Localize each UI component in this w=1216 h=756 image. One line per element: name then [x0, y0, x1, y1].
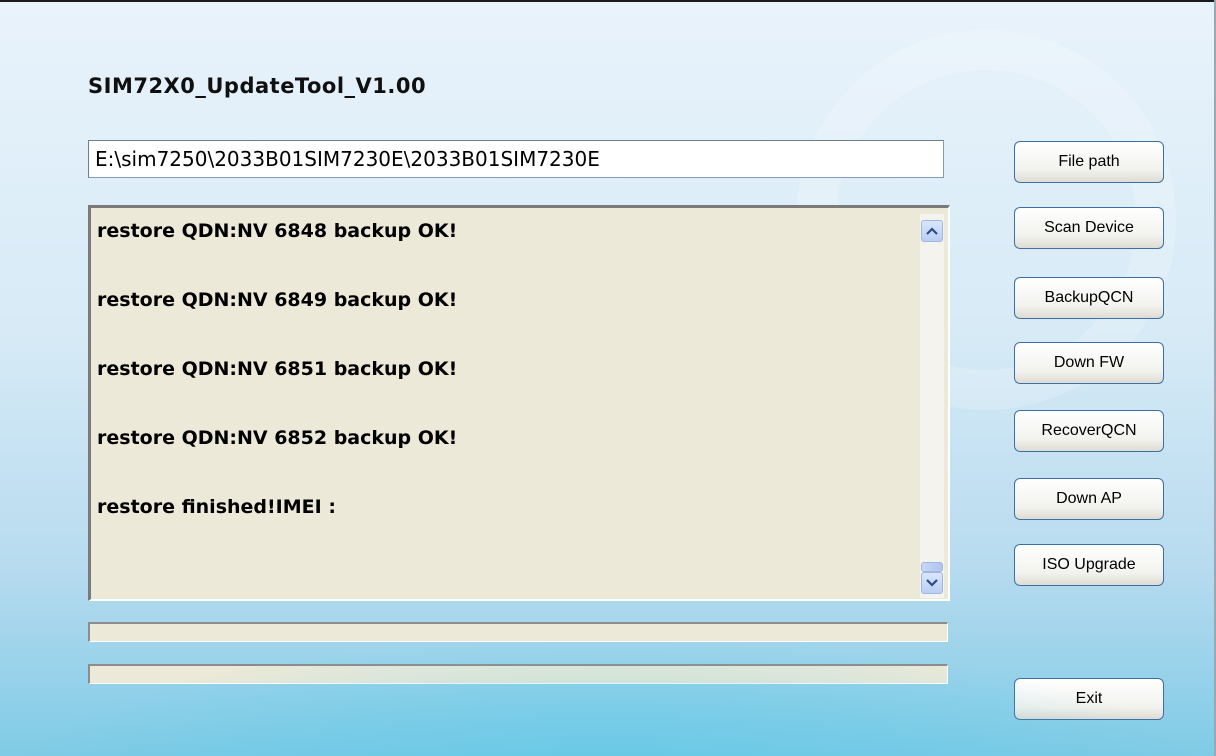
file-path-button[interactable]: File path	[1014, 141, 1164, 183]
log-line: restore QDN:NV 6851 backup OK!	[97, 358, 458, 380]
log-lines: restore QDN:NV 6848 backup OK! restore Q…	[97, 218, 907, 563]
progress-bar-1	[88, 622, 948, 642]
exit-button[interactable]: Exit	[1014, 678, 1164, 720]
update-tool-window: SIM72X0_UpdateTool_V1.00 restore QDN:NV …	[0, 0, 1216, 756]
scroll-down-button[interactable]	[921, 572, 943, 594]
scroll-thumb[interactable]	[921, 562, 943, 572]
recover-qcn-button[interactable]: RecoverQCN	[1014, 410, 1164, 452]
file-path-field[interactable]	[88, 140, 944, 178]
app-title: SIM72X0_UpdateTool_V1.00	[88, 74, 427, 98]
down-ap-button[interactable]: Down AP	[1014, 478, 1164, 520]
progress-bar-2	[88, 664, 948, 684]
down-fw-button[interactable]: Down FW	[1014, 342, 1164, 384]
log-scrollbar[interactable]	[920, 214, 944, 598]
iso-upgrade-button[interactable]: ISO Upgrade	[1014, 544, 1164, 586]
window-top-border	[0, 0, 1216, 2]
scan-device-button[interactable]: Scan Device	[1014, 207, 1164, 249]
log-line: restore QDN:NV 6848 backup OK!	[97, 220, 458, 242]
scroll-down-arrow-icon	[926, 579, 938, 587]
log-line: restore QDN:NV 6849 backup OK!	[97, 289, 458, 311]
backup-qcn-button[interactable]: BackupQCN	[1014, 277, 1164, 319]
scroll-up-button[interactable]	[921, 220, 943, 242]
log-output-area[interactable]: restore QDN:NV 6848 backup OK! restore Q…	[88, 205, 950, 601]
log-line: restore finished!IMEI :	[97, 496, 336, 518]
scroll-up-arrow-icon	[926, 227, 938, 235]
log-line: restore QDN:NV 6852 backup OK!	[97, 427, 458, 449]
